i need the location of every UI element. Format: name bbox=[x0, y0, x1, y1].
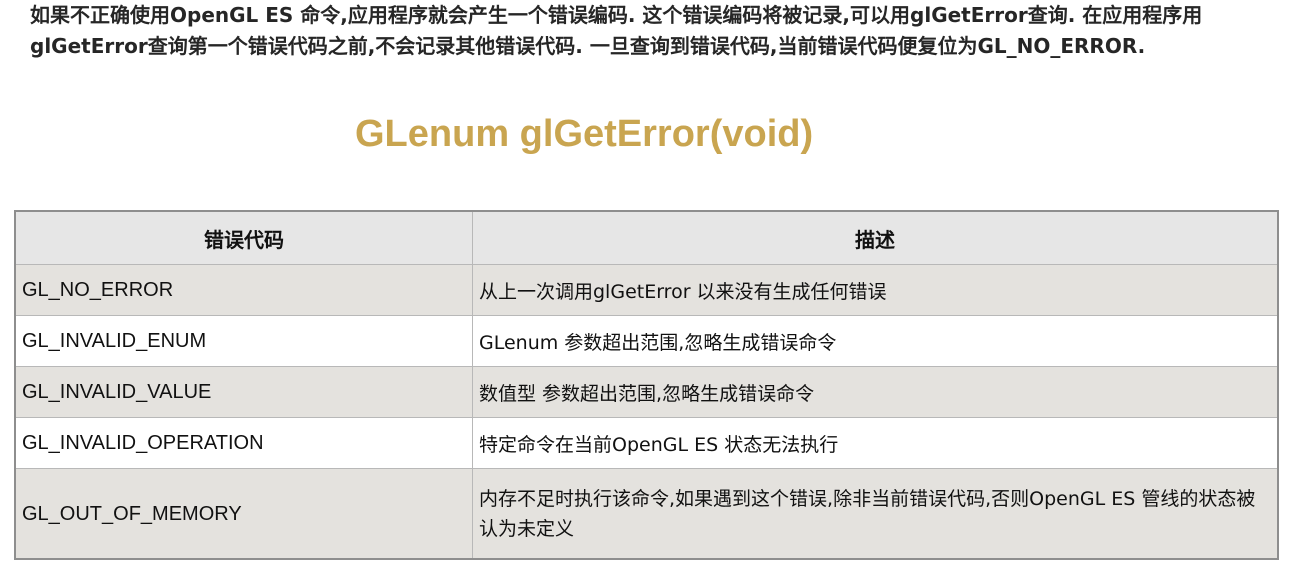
error-code-cell: GL_INVALID_OPERATION bbox=[14, 417, 473, 469]
table-header-row: 错误代码 描述 bbox=[14, 210, 1279, 265]
description-cell: 数值型 参数超出范围,忽略生成错误命令 bbox=[472, 366, 1279, 418]
error-code-table: 错误代码 描述 GL_NO_ERROR 从上一次调用glGetError 以来没… bbox=[14, 210, 1279, 560]
description-cell: 从上一次调用glGetError 以来没有生成任何错误 bbox=[472, 264, 1279, 316]
table-row: GL_OUT_OF_MEMORY 内存不足时执行该命令,如果遇到这个错误,除非当… bbox=[14, 468, 1279, 560]
slide-page: 如果不正确使用OpenGL ES 命令,应用程序就会产生一个错误编码. 这个错误… bbox=[0, 0, 1290, 567]
description-cell: GLenum 参数超出范围,忽略生成错误命令 bbox=[472, 315, 1279, 367]
error-code-cell: GL_NO_ERROR bbox=[14, 264, 473, 316]
description-cell: 特定命令在当前OpenGL ES 状态无法执行 bbox=[472, 417, 1279, 469]
table-row: GL_INVALID_OPERATION 特定命令在当前OpenGL ES 状态… bbox=[14, 417, 1279, 469]
table-row: GL_INVALID_VALUE 数值型 参数超出范围,忽略生成错误命令 bbox=[14, 366, 1279, 418]
description-cell: 内存不足时执行该命令,如果遇到这个错误,除非当前错误代码,否则OpenGL ES… bbox=[472, 468, 1279, 560]
table-row: GL_INVALID_ENUM GLenum 参数超出范围,忽略生成错误命令 bbox=[14, 315, 1279, 367]
error-code-cell: GL_INVALID_VALUE bbox=[14, 366, 473, 418]
table-row: GL_NO_ERROR 从上一次调用glGetError 以来没有生成任何错误 bbox=[14, 264, 1279, 316]
header-error-code: 错误代码 bbox=[14, 210, 473, 265]
error-code-cell: GL_INVALID_ENUM bbox=[14, 315, 473, 367]
error-code-cell: GL_OUT_OF_MEMORY bbox=[14, 468, 473, 560]
intro-paragraph: 如果不正确使用OpenGL ES 命令,应用程序就会产生一个错误编码. 这个错误… bbox=[30, 3, 1203, 58]
header-description: 描述 bbox=[472, 210, 1279, 265]
function-signature-title: GLenum glGetError(void) bbox=[355, 113, 814, 155]
